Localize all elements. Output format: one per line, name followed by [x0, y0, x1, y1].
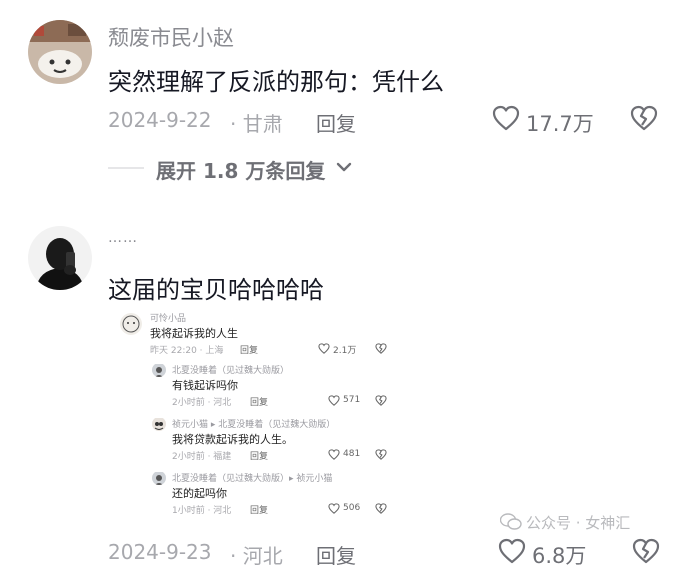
- watermark: 公众号 · 女神汇: [526, 514, 631, 532]
- avatar[interactable]: [28, 20, 92, 84]
- dislike-icon: [375, 503, 387, 514]
- dislike-icon: [375, 395, 387, 406]
- avatar[interactable]: [28, 226, 92, 290]
- wechat-logo-icon: [500, 513, 522, 531]
- comment-username[interactable]: ……: [108, 230, 138, 246]
- reply-button[interactable]: 回复: [316, 108, 356, 137]
- comment-location: · 甘肃: [230, 112, 283, 136]
- reply-button: 回复: [250, 506, 269, 516]
- reply-meta: 昨天 22:20 · 上海: [150, 346, 224, 356]
- heart-icon: [318, 343, 330, 354]
- reply-text: 有钱起诉吗你: [172, 379, 238, 392]
- like-count: 481: [343, 449, 361, 459]
- reply-button: 回复: [240, 346, 259, 356]
- reply-username: 可怜小品: [150, 314, 187, 324]
- reply-username: 祯元小猫 ▸ 北夏没睡着（见过魏大勋版）: [172, 420, 336, 430]
- like-count: 17.7万: [526, 112, 594, 136]
- reply-button: 回复: [250, 398, 269, 408]
- like-count: 571: [343, 395, 361, 405]
- comment-text: 这届的宝贝哈哈哈哈: [108, 276, 324, 304]
- divider-line: [108, 167, 144, 169]
- comment-location: · 河北: [230, 544, 283, 568]
- reply-button: 回复: [250, 452, 269, 462]
- reply-meta: 2小时前 · 河北: [172, 398, 232, 408]
- dislike-icon[interactable]: [632, 538, 660, 564]
- comment-date: 2024-9-22: [108, 108, 212, 132]
- heart-icon: [328, 395, 340, 406]
- heart-icon[interactable]: [498, 538, 526, 564]
- heart-icon[interactable]: [492, 105, 520, 131]
- avatar: [152, 471, 166, 485]
- like-count: 6.8万: [532, 544, 587, 568]
- expand-replies-button[interactable]: 展开 1.8 万条回复: [156, 155, 325, 184]
- reply-meta: 1小时前 · 河北: [172, 506, 232, 516]
- avatar: [120, 313, 142, 335]
- like-count: 2.1万: [333, 346, 357, 356]
- chevron-down-icon[interactable]: [336, 160, 352, 174]
- reply-button[interactable]: 回复: [316, 540, 356, 569]
- heart-icon: [328, 503, 340, 514]
- avatar: [152, 417, 166, 431]
- dislike-icon: [375, 449, 387, 460]
- comment-image[interactable]: 可怜小品 我将起诉我的人生 昨天 22:20 · 上海 回复 2.1万 北夏没睡…: [112, 305, 402, 527]
- reply-text: 我将贷款起诉我的人生。: [172, 433, 293, 446]
- heart-icon: [328, 449, 340, 460]
- reply-username: 北夏没睡着（见过魏大勋版）: [172, 366, 290, 376]
- like-count: 506: [343, 503, 361, 513]
- dislike-icon[interactable]: [630, 105, 658, 131]
- reply-username: 北夏没睡着（见过魏大勋版）▸ 祯元小猫: [172, 474, 333, 484]
- comment-text: 突然理解了反派的那句：凭什么: [108, 68, 444, 96]
- reply-text: 还的起吗你: [172, 487, 227, 500]
- reply-text: 我将起诉我的人生: [150, 327, 238, 340]
- reply-meta: 2小时前 · 福建: [172, 452, 232, 462]
- comment-username[interactable]: 颓废市民小赵: [108, 22, 234, 52]
- comment-date: 2024-9-23: [108, 540, 212, 564]
- avatar: [152, 363, 166, 377]
- dislike-icon: [375, 343, 387, 354]
